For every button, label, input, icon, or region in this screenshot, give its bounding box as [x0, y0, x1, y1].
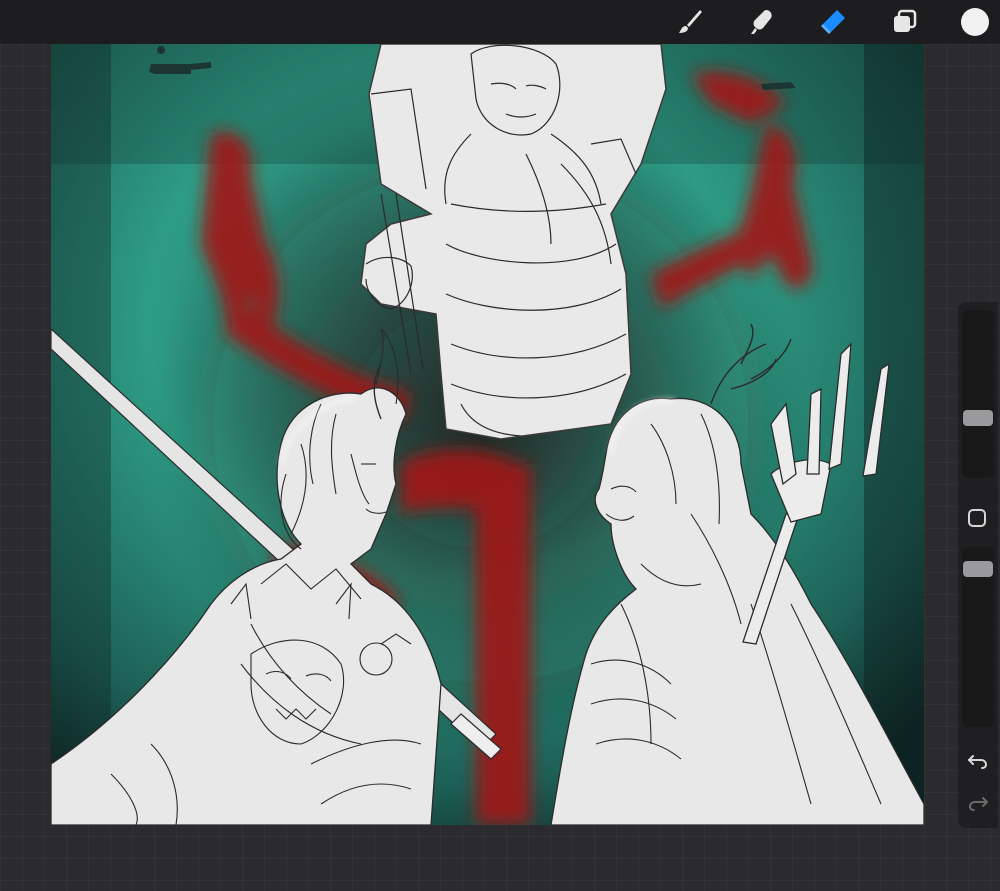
smudge-icon — [751, 10, 772, 34]
undo-button[interactable] — [966, 748, 990, 772]
smudge-tool-button[interactable] — [746, 6, 778, 38]
modify-square-icon[interactable] — [968, 509, 986, 527]
brush-opacity-slider[interactable] — [962, 547, 994, 727]
color-picker-swatch[interactable] — [961, 8, 989, 36]
brush-tool-button[interactable] — [674, 6, 706, 38]
brush-opacity-slider-thumb[interactable] — [963, 561, 993, 577]
brush-size-slider-thumb[interactable] — [963, 410, 993, 426]
artwork — [51, 44, 924, 825]
top-toolbar — [0, 0, 1000, 44]
layers-button[interactable] — [889, 6, 921, 38]
redo-button[interactable] — [966, 790, 990, 814]
brush-sidebar — [958, 302, 998, 828]
brush-size-slider[interactable] — [962, 310, 994, 478]
undo-icon — [968, 755, 988, 769]
redo-icon — [968, 797, 988, 811]
drawing-canvas[interactable] — [51, 44, 924, 825]
layers-icon — [894, 9, 917, 32]
eraser-tool-button[interactable] — [817, 6, 849, 38]
brush-icon — [679, 10, 702, 33]
eraser-icon — [821, 10, 845, 34]
